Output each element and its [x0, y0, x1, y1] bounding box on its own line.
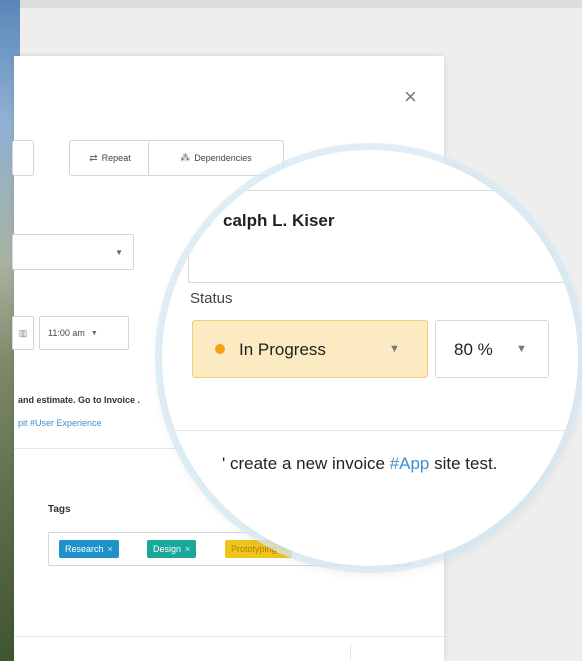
project-select[interactable]: ▼: [12, 234, 134, 270]
time-select[interactable]: 11:00 am ▼: [39, 316, 129, 350]
repeat-label: Repeat: [101, 153, 131, 163]
status-dot-icon: [215, 344, 225, 354]
calendar-button[interactable]: ▥: [12, 316, 34, 350]
remove-tag-icon[interactable]: ×: [108, 544, 113, 554]
repeat-icon: ⇄: [89, 152, 98, 164]
toolbar-button-partial[interactable]: [12, 140, 34, 176]
assignee-top-border: [188, 190, 578, 191]
progress-value: 80 %: [454, 340, 493, 359]
lens-divider: [162, 430, 578, 431]
footer-divider: [14, 636, 444, 637]
remove-tag-icon[interactable]: ×: [185, 544, 190, 554]
close-icon[interactable]: ×: [404, 86, 417, 108]
calendar-icon: ▥: [18, 327, 28, 338]
chevron-down-icon: ▼: [516, 343, 527, 355]
status-value: In Progress: [239, 340, 326, 359]
dependencies-button[interactable]: ⁂ Dependencies: [148, 140, 284, 176]
time-value: 11:00 am: [48, 328, 85, 338]
tags-label: Tags: [48, 504, 71, 515]
tag-research[interactable]: Research ×: [59, 540, 119, 558]
chevron-down-icon: ▼: [90, 329, 98, 337]
dependencies-label: Dependencies: [194, 153, 252, 163]
magnifier-lens: Assig calph L. Kiser Status In Progress …: [162, 150, 578, 566]
top-strip: [0, 0, 582, 8]
progress-percent-select[interactable]: 80 % ▼: [435, 320, 549, 378]
lens-description: ' create a new invoice #App site test.: [222, 454, 498, 473]
chevron-down-icon: ▼: [115, 248, 123, 257]
tag-design[interactable]: Design ×: [147, 540, 197, 558]
repeat-button[interactable]: ⇄ Repeat: [69, 140, 151, 176]
description-line-2[interactable]: pit #User Experience: [18, 418, 102, 428]
hashtag-link[interactable]: #App: [390, 454, 430, 473]
footer-separator: [350, 644, 351, 661]
dependencies-icon: ⁂: [180, 152, 191, 164]
assignee-field[interactable]: [188, 242, 578, 283]
assignee-name[interactable]: calph L. Kiser: [223, 211, 334, 231]
description-line-1: and estimate. Go to Invoice .: [18, 395, 141, 405]
status-label: Status: [190, 290, 233, 307]
status-select[interactable]: In Progress ▼: [192, 320, 428, 378]
assignee-label: Assig: [187, 216, 212, 227]
chevron-down-icon: ▼: [389, 343, 400, 355]
